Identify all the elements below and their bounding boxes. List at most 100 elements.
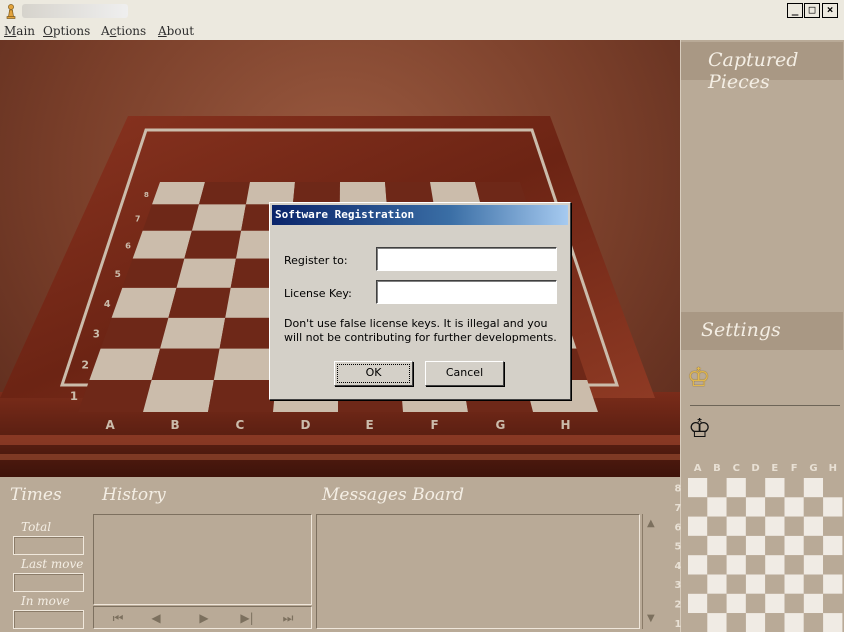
- license-key-input[interactable]: [376, 280, 557, 304]
- board-square[interactable]: [78, 380, 152, 412]
- mini-board-square[interactable]: [823, 478, 843, 498]
- mini-board-square[interactable]: [726, 535, 746, 556]
- board-square[interactable]: [143, 380, 214, 412]
- menu-actions[interactable]: Actions: [101, 24, 146, 38]
- mini-board-square[interactable]: [765, 555, 785, 575]
- board-square[interactable]: [132, 230, 192, 259]
- mini-board-square[interactable]: [688, 516, 708, 536]
- mini-board-square[interactable]: [784, 478, 804, 498]
- next-move-button[interactable]: ▶|: [229, 609, 265, 627]
- mini-board-square[interactable]: [707, 574, 727, 594]
- board-square[interactable]: [208, 380, 277, 412]
- mini-board-square[interactable]: [765, 574, 785, 594]
- board-square[interactable]: [152, 182, 205, 205]
- mini-board-square[interactable]: [726, 574, 746, 594]
- mini-board-square[interactable]: [688, 574, 708, 594]
- mini-board-square[interactable]: [688, 593, 708, 614]
- mini-board-square[interactable]: [765, 516, 785, 536]
- prev-move-button[interactable]: ◀: [138, 609, 174, 627]
- board-square[interactable]: [100, 317, 169, 349]
- mini-board-square[interactable]: [823, 516, 843, 536]
- mini-board-square[interactable]: [765, 593, 785, 614]
- mini-board-square[interactable]: [823, 535, 843, 556]
- menu-main[interactable]: Main: [4, 24, 35, 38]
- mini-board-square[interactable]: [688, 613, 708, 632]
- mini-board-square[interactable]: [688, 478, 708, 498]
- mini-board-square[interactable]: [707, 516, 727, 536]
- mini-board-square[interactable]: [745, 497, 766, 517]
- mini-board-square[interactable]: [726, 478, 746, 498]
- first-move-button[interactable]: ⏮: [100, 609, 136, 627]
- board-square[interactable]: [151, 348, 220, 381]
- mini-board[interactable]: A B C D E F G H 8 7 6 5 4 3 2 1: [668, 458, 844, 632]
- mini-board-square[interactable]: [726, 497, 746, 517]
- mini-board-square[interactable]: [803, 593, 824, 614]
- board-square[interactable]: [142, 204, 199, 231]
- mini-board-square[interactable]: [745, 555, 766, 575]
- board-square[interactable]: [198, 182, 250, 205]
- menu-options[interactable]: Options: [43, 24, 90, 38]
- mini-board-square[interactable]: [823, 497, 843, 517]
- mini-board-square[interactable]: [745, 593, 766, 614]
- mini-board-square[interactable]: [707, 593, 727, 614]
- close-button[interactable]: ×: [822, 3, 838, 18]
- mini-board-square[interactable]: [784, 555, 804, 575]
- last-move-button[interactable]: ⏭: [270, 609, 306, 627]
- mini-board-square[interactable]: [688, 535, 708, 556]
- mini-board-square[interactable]: [707, 613, 727, 632]
- mini-board-square[interactable]: [784, 497, 804, 517]
- mini-board-square[interactable]: [765, 613, 785, 632]
- mini-board-square[interactable]: [803, 535, 824, 556]
- mini-board-square[interactable]: [823, 613, 843, 632]
- board-square[interactable]: [168, 287, 231, 318]
- scroll-down-icon[interactable]: ▼: [647, 613, 655, 624]
- mini-board-square[interactable]: [784, 516, 804, 536]
- mini-board-square[interactable]: [784, 574, 804, 594]
- board-square[interactable]: [176, 258, 236, 288]
- cancel-button[interactable]: Cancel: [425, 361, 504, 386]
- scroll-up-icon[interactable]: ▲: [647, 518, 655, 529]
- messages-board[interactable]: [316, 514, 640, 629]
- mini-board-square[interactable]: [726, 613, 746, 632]
- mini-board-square[interactable]: [726, 593, 746, 614]
- ok-button[interactable]: OK: [334, 361, 413, 386]
- board-square[interactable]: [111, 287, 177, 318]
- mini-board-square[interactable]: [803, 555, 824, 575]
- mini-board-square[interactable]: [707, 535, 727, 556]
- mini-board-square[interactable]: [803, 613, 824, 632]
- mini-board-square[interactable]: [688, 497, 708, 517]
- menu-about[interactable]: About: [158, 24, 194, 38]
- mini-board-square[interactable]: [745, 478, 766, 498]
- messages-scrollbar[interactable]: ▲ ▼: [642, 514, 665, 629]
- mini-board-square[interactable]: [765, 478, 785, 498]
- register-to-input[interactable]: [376, 247, 557, 271]
- mini-board-square[interactable]: [784, 593, 804, 614]
- mini-board-square[interactable]: [803, 478, 824, 498]
- mini-board-square[interactable]: [745, 535, 766, 556]
- mini-board-square[interactable]: [745, 613, 766, 632]
- mini-board-square[interactable]: [823, 555, 843, 575]
- mini-board-square[interactable]: [823, 574, 843, 594]
- mini-board-square[interactable]: [726, 516, 746, 536]
- history-list[interactable]: [93, 514, 312, 605]
- mini-board-square[interactable]: [803, 497, 824, 517]
- mini-board-square[interactable]: [707, 497, 727, 517]
- board-square[interactable]: [191, 204, 246, 231]
- mini-board-square[interactable]: [803, 516, 824, 536]
- board-square[interactable]: [89, 348, 161, 381]
- mini-board-square[interactable]: [688, 555, 708, 575]
- mini-board-square[interactable]: [745, 516, 766, 536]
- mini-board-square[interactable]: [784, 613, 804, 632]
- mini-board-square[interactable]: [707, 478, 727, 498]
- board-square[interactable]: [184, 230, 242, 259]
- play-button[interactable]: ▶: [186, 609, 222, 627]
- black-king-icon[interactable]: ♔: [688, 416, 711, 442]
- mini-board-square[interactable]: [823, 593, 843, 614]
- white-king-icon[interactable]: ♔: [687, 365, 710, 391]
- maximize-button[interactable]: □: [804, 3, 820, 18]
- mini-board-square[interactable]: [784, 535, 804, 556]
- board-square[interactable]: [122, 258, 185, 288]
- board-square[interactable]: [160, 317, 226, 349]
- mini-board-square[interactable]: [765, 497, 785, 517]
- mini-board-square[interactable]: [726, 555, 746, 575]
